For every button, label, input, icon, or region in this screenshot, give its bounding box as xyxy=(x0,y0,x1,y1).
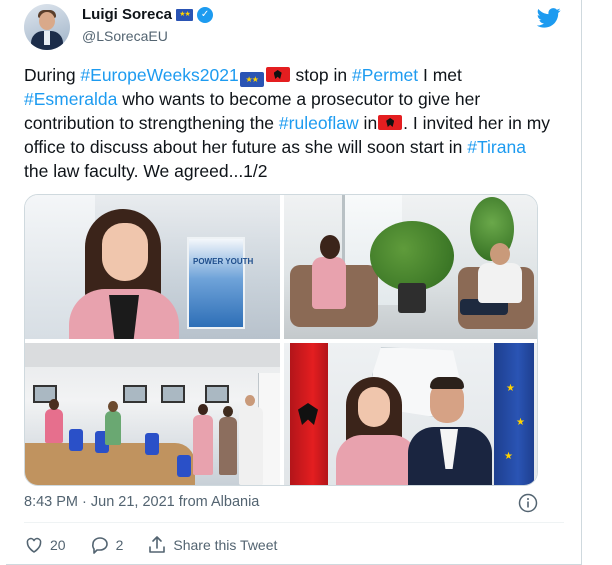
tweet-card: Luigi Soreca ★★ ✓ @LSorecaEU During #Eur… xyxy=(6,0,582,565)
albania-flag-icon xyxy=(265,67,290,82)
tweet-text-segment: the law faculty. We agreed...1/2 xyxy=(24,161,268,181)
hashtag-link[interactable]: #Esmeralda xyxy=(24,89,117,109)
tweet-text-segment: During xyxy=(24,65,81,85)
reply-bubble-icon xyxy=(91,537,108,554)
tweet-timestamp[interactable]: 8:43 PM · Jun 21, 2021 from Albania xyxy=(24,494,259,510)
albania-flag-icon xyxy=(378,115,403,130)
photo-seated-meeting[interactable] xyxy=(284,195,537,339)
divider xyxy=(24,522,564,523)
hashtag-link[interactable]: #EuropeWeeks2021 xyxy=(80,65,238,85)
info-circle-icon[interactable] xyxy=(518,493,538,513)
tweet-text-segment: stop in xyxy=(290,65,352,85)
author-handle[interactable]: @LSorecaEU xyxy=(82,28,168,44)
author-display-name[interactable]: Luigi Soreca xyxy=(82,6,172,23)
share-icon xyxy=(149,536,166,553)
verified-badge-icon: ✓ xyxy=(197,6,214,23)
author-avatar[interactable] xyxy=(24,4,70,50)
author-name-line[interactable]: Luigi Soreca ★★ ✓ xyxy=(82,6,214,23)
tweet-text-segment: in xyxy=(358,113,378,133)
eu-flag-icon: ★★ xyxy=(239,72,264,87)
reply-button[interactable]: 2 xyxy=(90,535,124,555)
share-button[interactable]: Share this Tweet xyxy=(147,535,277,555)
poster-image xyxy=(187,237,245,329)
heart-icon xyxy=(26,537,42,553)
photo-conference-room[interactable] xyxy=(25,343,280,485)
tweet-actions: 20 2 Share this Tweet xyxy=(24,535,301,555)
hashtag-link[interactable]: #ruleoflaw xyxy=(279,113,359,133)
like-count: 20 xyxy=(50,537,66,553)
twitter-logo-icon[interactable] xyxy=(537,8,561,28)
photo-grid: POWER YOUTH ★ ★ ★ xyxy=(24,194,538,486)
photo-woman-office[interactable]: POWER YOUTH xyxy=(25,195,280,339)
tweet-text: During #EuropeWeeks2021 ★★ stop in #Perme… xyxy=(24,63,554,183)
tweet-text-segment: I met xyxy=(418,65,462,85)
hashtag-link[interactable]: #Permet xyxy=(352,65,418,85)
photo-flags-portrait[interactable]: ★ ★ ★ xyxy=(284,343,537,485)
eu-flag-icon: ★★ xyxy=(176,8,194,21)
poster-text: POWER YOUTH xyxy=(193,257,254,266)
like-button[interactable]: 20 xyxy=(24,535,66,555)
share-label: Share this Tweet xyxy=(173,537,278,553)
hashtag-link[interactable]: #Tirana xyxy=(467,137,526,157)
reply-count: 2 xyxy=(115,537,124,553)
